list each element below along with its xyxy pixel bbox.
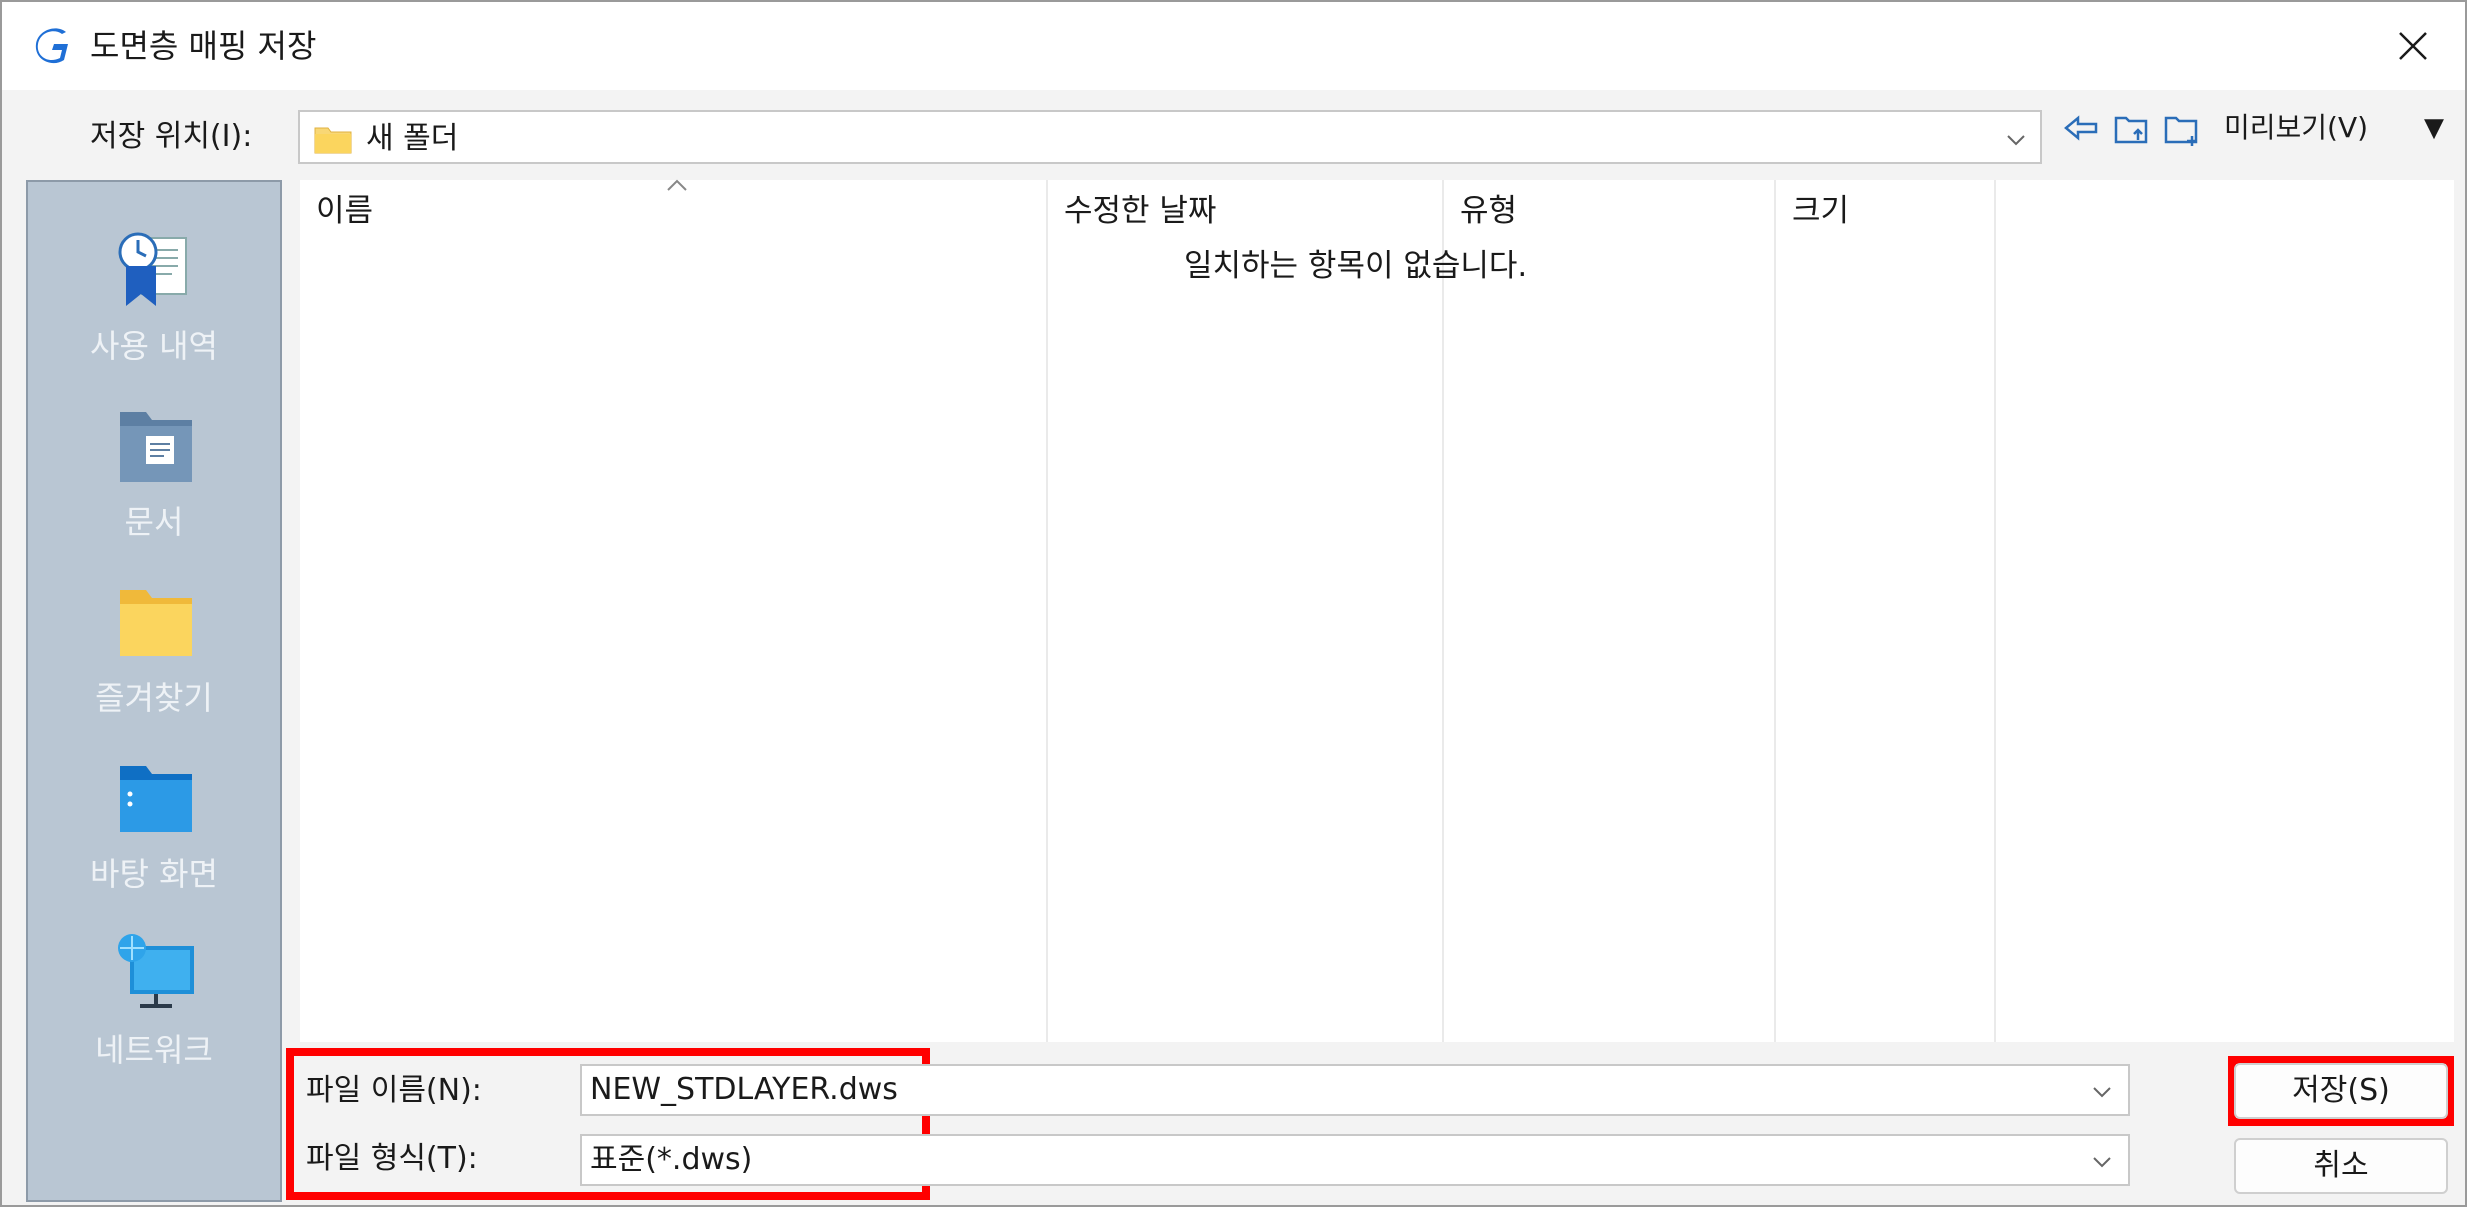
save-location-value: 새 폴더 bbox=[366, 121, 459, 156]
column-divider bbox=[1442, 180, 1444, 1042]
places-bar: 사용 내역 문서 즐겨찾기 바탕 화면 네트워크 bbox=[26, 180, 282, 1202]
filetype-value: 표준(*.dws) bbox=[590, 1142, 753, 1177]
file-list[interactable]: 이름 수정한 날짜 유형 크기 일치하는 항목이 없습니다. bbox=[300, 179, 2454, 1042]
folder-icon bbox=[314, 127, 352, 154]
recent-history-icon bbox=[118, 232, 187, 306]
filetype-label: 파일 형식(T): bbox=[306, 1141, 478, 1176]
chevron-down-icon[interactable] bbox=[2088, 1078, 2116, 1106]
favorites-folder-icon bbox=[120, 590, 192, 656]
place-label: 네트워크 bbox=[95, 1031, 213, 1069]
column-header-size[interactable]: 크기 bbox=[1776, 180, 1994, 242]
new-folder-icon[interactable] bbox=[2160, 106, 2204, 150]
app-logo-icon bbox=[35, 28, 68, 64]
place-favorites[interactable]: 즐겨찾기 bbox=[28, 554, 280, 730]
column-header-name[interactable]: 이름 bbox=[300, 180, 1046, 242]
close-button[interactable] bbox=[2385, 18, 2441, 74]
empty-list-message: 일치하는 항목이 없습니다. bbox=[1184, 248, 1528, 284]
title-bar: 도면층 매핑 저장 bbox=[2, 2, 2465, 90]
column-divider bbox=[1994, 180, 1996, 1042]
place-documents[interactable]: 문서 bbox=[28, 378, 280, 554]
up-folder-icon[interactable] bbox=[2110, 106, 2154, 150]
place-recent-history[interactable]: 사용 내역 bbox=[28, 202, 280, 378]
back-arrow-icon[interactable] bbox=[2060, 106, 2104, 150]
place-label: 바탕 화면 bbox=[90, 855, 218, 893]
close-icon bbox=[2399, 32, 2427, 60]
place-label: 즐겨찾기 bbox=[95, 679, 213, 717]
desktop-icon bbox=[120, 766, 192, 832]
filename-value: NEW_STDLAYER.dws bbox=[590, 1072, 898, 1107]
column-divider bbox=[1774, 180, 1776, 1042]
column-divider bbox=[1046, 180, 1048, 1042]
place-network[interactable]: 네트워크 bbox=[28, 906, 280, 1082]
preview-dropdown-arrow[interactable]: ▼ bbox=[2424, 106, 2444, 150]
documents-icon bbox=[120, 412, 192, 482]
network-icon bbox=[118, 934, 194, 1008]
save-location-dropdown[interactable]: 새 폴더 bbox=[298, 110, 2042, 164]
place-label: 사용 내역 bbox=[90, 327, 218, 365]
save-location-label: 저장 위치(I): bbox=[90, 119, 253, 154]
cancel-button[interactable]: 취소 bbox=[2234, 1138, 2448, 1194]
window-title: 도면층 매핑 저장 bbox=[90, 27, 317, 65]
filename-label: 파일 이름(N): bbox=[306, 1073, 482, 1108]
chevron-down-icon bbox=[2007, 135, 2025, 146]
filename-input[interactable]: NEW_STDLAYER.dws bbox=[580, 1064, 2130, 1116]
preview-menu-label[interactable]: 미리보기(V) bbox=[2224, 106, 2368, 150]
filetype-select[interactable]: 표준(*.dws) bbox=[580, 1134, 2130, 1186]
column-header-date[interactable]: 수정한 날짜 bbox=[1048, 180, 1442, 242]
chevron-down-icon[interactable] bbox=[2088, 1148, 2116, 1176]
place-desktop[interactable]: 바탕 화면 bbox=[28, 730, 280, 906]
column-header-type[interactable]: 유형 bbox=[1444, 180, 1774, 242]
place-label: 문서 bbox=[124, 503, 184, 541]
save-layer-mapping-dialog: 도면층 매핑 저장 저장 위치(I): 새 폴더 미리보기(V) ▼ 사용 내역… bbox=[0, 0, 2467, 1207]
save-button[interactable]: 저장(S) bbox=[2234, 1063, 2448, 1119]
